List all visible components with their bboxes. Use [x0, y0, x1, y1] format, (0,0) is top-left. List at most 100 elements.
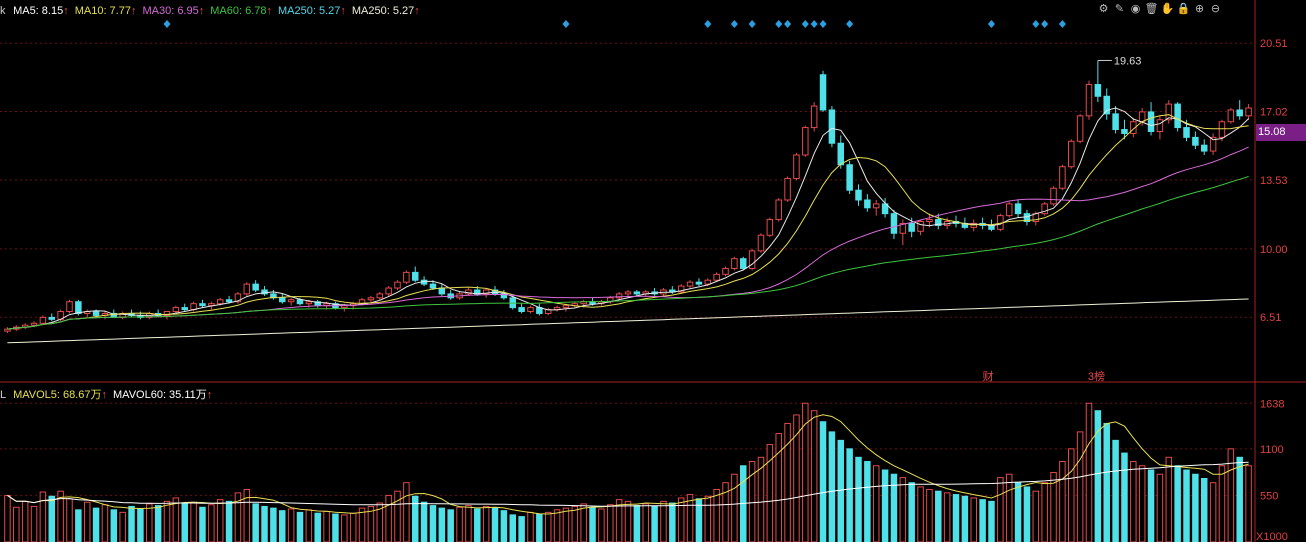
volume-bar	[163, 500, 171, 542]
candle-body	[172, 307, 180, 313]
event-marker-icon	[810, 20, 818, 28]
legend-prefix: L	[0, 389, 7, 401]
volume-bar	[1156, 473, 1164, 542]
candle-body	[775, 199, 782, 221]
up-arrow-icon: ↑	[266, 5, 273, 17]
candle-body	[846, 164, 853, 191]
event-marker-icon	[748, 20, 756, 28]
candle-body	[1236, 109, 1243, 117]
hand-icon[interactable]: ✋	[1161, 3, 1175, 16]
volume-bar	[4, 494, 11, 542]
volume-bar	[536, 513, 543, 542]
volume-bar	[553, 509, 561, 542]
volume-bar	[1130, 461, 1137, 542]
candle-body	[1014, 203, 1022, 215]
volume-bar	[394, 490, 401, 542]
volume-bar	[500, 510, 508, 542]
up-arrow-icon: ↑	[101, 389, 108, 401]
volume-bar	[287, 508, 295, 542]
candle-body	[1103, 95, 1110, 115]
volume-bar	[456, 506, 463, 542]
volume-bar	[1023, 486, 1031, 542]
stock-chart[interactable]: 20.51 17.02 13.53 10.00 6.51 19.63 财 3榜 1638 1100…	[0, 0, 1306, 542]
event-marker-icon	[163, 20, 171, 28]
volume-bar	[181, 503, 188, 542]
candle-body	[864, 199, 871, 209]
lock-icon[interactable]: 🔒	[1177, 3, 1191, 16]
candle-body	[837, 142, 845, 166]
candle-body	[216, 299, 224, 305]
y-tick-label: 6.51	[1260, 312, 1281, 324]
volume-bar	[75, 509, 82, 542]
candle-body	[305, 301, 313, 305]
volume-bar	[1041, 482, 1048, 542]
volume-bar	[1032, 490, 1040, 542]
volume-bar	[261, 505, 268, 542]
candle-body	[411, 271, 419, 281]
volume-tick-label: 1638	[1260, 398, 1284, 410]
candle-body	[527, 307, 534, 313]
event-label: 3榜	[1088, 369, 1105, 383]
volume-bar	[731, 473, 738, 542]
volume-bar	[571, 505, 579, 542]
candle-body	[686, 281, 694, 287]
volume-bar	[527, 511, 534, 542]
candle-body	[376, 293, 384, 299]
candle-body	[287, 299, 295, 303]
volume-bar	[190, 501, 197, 542]
volume-bar	[341, 514, 348, 542]
volume-bar	[385, 494, 392, 542]
legend-prefix: k	[0, 5, 6, 17]
volume-legend: L MAVOL5: 68.67万↑ MAVOL60: 35.11万↑	[0, 387, 218, 403]
candle-body	[39, 316, 47, 324]
candle-body	[1183, 127, 1190, 138]
candle-body	[1192, 136, 1199, 146]
candle-body	[385, 287, 392, 295]
volume-bar	[1245, 465, 1252, 542]
volume-bar	[101, 504, 109, 542]
volume-bar	[589, 506, 596, 542]
candle-body	[722, 267, 729, 275]
up-arrow-icon: ↑	[63, 5, 69, 17]
volume-bar	[332, 513, 339, 542]
settings-icon[interactable]: ⚙	[1097, 3, 1110, 16]
volume-bar	[1121, 452, 1128, 542]
candle-body	[1218, 121, 1226, 138]
volume-bar	[13, 506, 20, 542]
draw-icon[interactable]: ✎	[1113, 3, 1126, 16]
trash-icon[interactable]: 🗑	[1145, 3, 1159, 16]
volume-bar	[872, 465, 880, 542]
zoom-out-icon[interactable]: ⊖	[1209, 3, 1222, 16]
event-marker-icon	[819, 20, 827, 28]
volume-bar	[1103, 422, 1110, 542]
volume-bar	[465, 505, 472, 542]
volume-bar	[128, 505, 135, 542]
candle-body	[1059, 166, 1066, 189]
volume-bar	[438, 507, 446, 542]
event-marker-icon	[1058, 20, 1066, 28]
eye-icon[interactable]: ◉	[1129, 3, 1142, 16]
event-marker-icon	[784, 20, 792, 28]
volume-bar	[199, 506, 206, 542]
volume-bar	[491, 507, 499, 542]
candle-body	[48, 316, 56, 320]
volume-bar	[961, 495, 969, 542]
event-marker-icon	[775, 20, 783, 28]
volume-bar	[881, 469, 889, 542]
volume-bar	[607, 504, 614, 542]
volume-bar	[864, 461, 871, 542]
volume-bar	[1138, 465, 1146, 542]
volume-bar	[1192, 473, 1199, 542]
event-marker-icon	[1041, 20, 1049, 28]
volume-bar	[642, 503, 649, 542]
volume-bar	[1209, 482, 1217, 542]
volume-bar	[784, 422, 791, 542]
y-tick-label: 17.02	[1260, 107, 1288, 119]
volume-bar	[943, 492, 951, 542]
volume-bar	[952, 494, 960, 542]
zoom-in-icon[interactable]: ⊕	[1193, 3, 1206, 16]
volume-bar	[270, 507, 277, 542]
candle-body	[1147, 111, 1155, 132]
event-marker-icon	[1032, 20, 1040, 28]
volume-bar	[119, 511, 126, 542]
